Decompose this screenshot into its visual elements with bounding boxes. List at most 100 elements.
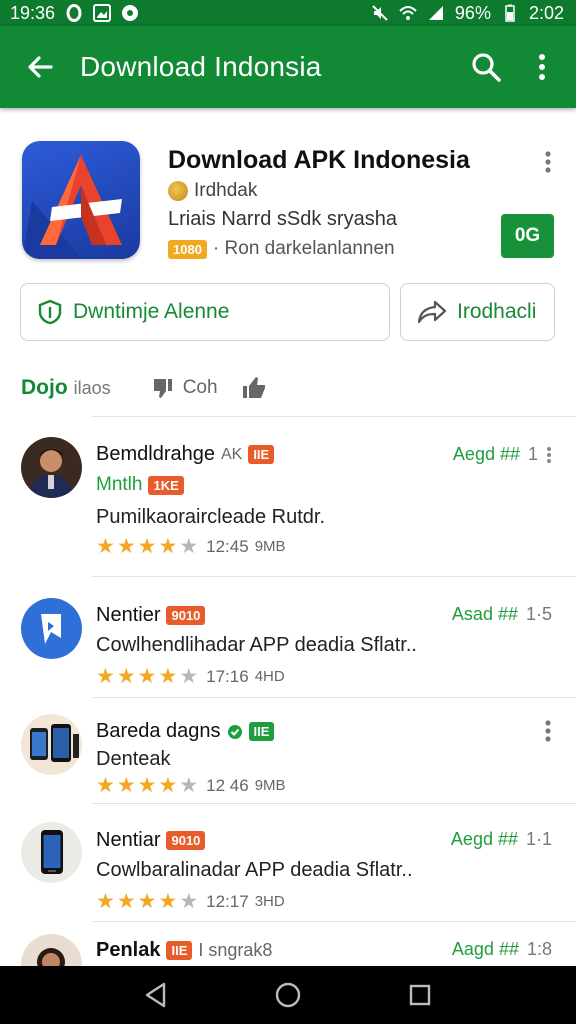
row-badge: IIE: [248, 722, 275, 741]
battery-icon: [505, 4, 515, 22]
row-description: Denteak: [96, 748, 171, 770]
list-item[interactable]: Penlak IIE I sngrak8 Aagd ## 1:8: [0, 921, 576, 966]
row-meta: Aagd ## 1:8: [452, 939, 552, 960]
row-time: 12:17: [206, 891, 249, 911]
nav-back-button[interactable]: [136, 975, 176, 1015]
star-icon: ★: [116, 890, 136, 913]
more-vert-icon[interactable]: [538, 150, 558, 174]
row-badge: 9010: [166, 606, 206, 625]
share-button-label: Irodhacli: [457, 300, 537, 323]
row-meta-label: Aegd ##: [450, 829, 518, 849]
search-button[interactable]: [458, 51, 514, 83]
list-item[interactable]: Bemdldrahge AK IIE Aegd ## 1 Mntlh 1KE P…: [0, 416, 576, 576]
apk-logo-icon: [22, 155, 122, 259]
list-item[interactable]: Nentier 9010 Asad ## 1·5 Cowlhendlihadar…: [0, 576, 576, 697]
star-icon: ★: [137, 774, 157, 797]
status-bar: 19:36 96% 2:02: [0, 0, 576, 26]
thumbs-down-icon: [153, 379, 172, 398]
row-time: 17:16: [206, 666, 249, 686]
status-time-left: 19:36: [10, 2, 56, 23]
star-icon: ★: [96, 890, 115, 913]
shield-download-icon: [38, 299, 62, 325]
row-title: Nentiar 9010: [96, 829, 206, 852]
more-vert-icon[interactable]: [538, 719, 558, 743]
row-meta-label: Asad ##: [451, 604, 518, 624]
circle-home-icon: [275, 982, 301, 1008]
star-icon: ★: [96, 535, 115, 558]
list-item[interactable]: Nentiar 9010 Aegd ## 1·1 Cowlbaralinadar…: [0, 803, 576, 921]
share-button[interactable]: Irodhacli: [400, 283, 555, 341]
row-description: Pumilkaorairclead‍e Rutdr.: [96, 506, 325, 528]
row-meta-num: 1·1: [525, 829, 552, 849]
row-description: Cowlhendlihadar APP deadia Sflatr..: [96, 634, 417, 656]
filter-label[interactable]: Dojo: [21, 376, 68, 400]
filter-bar: Dojo ilaos Coh: [0, 366, 576, 410]
developer-row[interactable]: Irdhdak: [168, 180, 257, 202]
row-name: Penlak: [96, 939, 161, 961]
phone-photo-icon: [41, 830, 63, 874]
back-button[interactable]: [0, 52, 80, 82]
row-meta-num: 1:8: [526, 939, 552, 959]
signal-icon: [428, 6, 443, 20]
app-tagline: · Ron darkelanlannen: [212, 238, 395, 259]
row-rating: ★ ★ ★ ★ ★ 12:17 3HD: [96, 891, 285, 912]
row-rating: ★ ★ ★ ★ ★ 12 46 9MB: [96, 775, 286, 796]
star-icon: ★: [158, 774, 178, 797]
more-vert-icon[interactable]: [546, 446, 552, 464]
row-meta-num: 1: [527, 444, 538, 464]
person-photo-icon: [21, 437, 82, 498]
row-size: 9MB: [254, 777, 286, 794]
row-name-extra: I sngrak8: [198, 940, 273, 960]
download-button[interactable]: Dwntimje Alenne: [20, 283, 390, 341]
filter-sub[interactable]: ilaos: [74, 378, 111, 399]
battery-percent: 96%: [454, 2, 491, 23]
rating-box[interactable]: 0G: [501, 214, 554, 258]
row-meta-num: 1·5: [525, 604, 552, 624]
avatar: [21, 934, 82, 966]
app-logo-icon: [41, 614, 61, 644]
row-size: 9MB: [254, 538, 286, 555]
triangle-back-icon: [145, 982, 166, 1008]
mute-icon: [372, 5, 388, 21]
row-badge: 9010: [166, 831, 206, 850]
row-meta: Asad ## 1·5: [452, 604, 552, 625]
star-icon: ★: [137, 535, 157, 558]
app-bar-title: Download Indonsia: [80, 51, 322, 82]
content-area: Download APK Indonesia Irdhdak Lriais Na…: [0, 108, 576, 966]
row-rating: ★ ★ ★ ★ ★ 12:45 9MB: [96, 536, 286, 557]
row-name: Nentiar: [96, 829, 161, 851]
avatar: [21, 822, 82, 883]
download-button-label: Dwntimje Alenne: [73, 300, 230, 323]
row-title: Bareda dagns IIE: [96, 720, 275, 743]
more-vert-icon: [539, 54, 545, 80]
nav-home-button[interactable]: [268, 975, 308, 1015]
row-size: 3HD: [254, 893, 285, 910]
app-icon[interactable]: [22, 141, 140, 259]
row-meta: Aegd ## 1: [453, 444, 552, 465]
row-time: 12:45: [206, 536, 249, 556]
star-icon: ★: [96, 665, 115, 688]
row-name: Bemdldrahge: [96, 443, 215, 465]
star-icon: ★: [116, 774, 136, 797]
gallery-icon: [93, 4, 112, 22]
row-name-small: AK: [220, 445, 243, 463]
row-meta: Aegd ## 1·1: [451, 829, 552, 850]
filter-icon-label: Coh: [182, 377, 218, 398]
star-empty-icon: ★: [179, 665, 199, 688]
filter-actions[interactable]: Coh: [151, 376, 268, 400]
opera-icon: [66, 4, 82, 22]
system-nav-bar: [0, 966, 576, 1024]
arrow-back-icon: [28, 56, 53, 78]
row-name: Bareda dagns: [96, 720, 221, 742]
row-subtitle: Mntlh 1KE: [96, 474, 184, 496]
developer-avatar: [168, 181, 188, 201]
developer-name: Irdhdak: [194, 180, 258, 201]
avatar: [21, 437, 82, 498]
nav-recents-button[interactable]: [400, 975, 440, 1015]
overflow-menu-button[interactable]: [514, 53, 570, 81]
list-item[interactable]: Bareda dagns IIE Denteak ★ ★ ★ ★ ★ 12 46 9MB: [0, 697, 576, 803]
app-title: Download APK Indonesia: [168, 146, 470, 174]
app-tagline-row: 1080 · Ron darkelanlannen: [168, 238, 395, 260]
row-badge: IIE: [248, 445, 275, 464]
row-meta-label: Aagd ##: [451, 939, 519, 959]
